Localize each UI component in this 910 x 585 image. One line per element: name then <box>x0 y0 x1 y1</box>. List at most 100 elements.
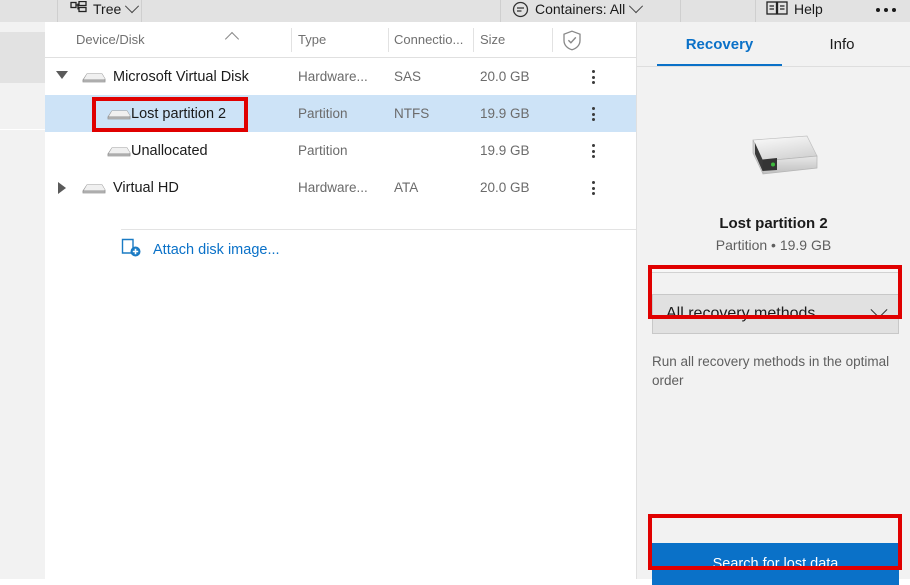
tab-recovery[interactable]: Recovery <box>657 22 782 67</box>
more-vertical-icon-dot <box>591 107 595 110</box>
row-connection <box>394 132 472 169</box>
tab-bar-baseline <box>637 66 910 67</box>
row-size: 19.9 GB <box>480 143 530 158</box>
disk-icon <box>80 69 106 88</box>
details-panel: Recovery Info Lost partition 2 Partition… <box>637 22 910 585</box>
top-toolbar: Tree Containers: All Help <box>0 0 910 22</box>
column-header-connection[interactable]: Connectio... <box>394 22 472 57</box>
table-row[interactable]: Virtual HD Hardware... ATA 20.0 GB <box>45 169 637 206</box>
row-menu-button[interactable] <box>584 179 602 197</box>
row-device-name: Virtual HD <box>113 179 179 196</box>
more-vertical-icon-dot <box>591 149 595 153</box>
search-for-lost-data-label: Search for lost data <box>712 556 839 572</box>
details-device-title: Lost partition 2 <box>719 215 828 232</box>
row-connection: NTFS <box>394 106 430 121</box>
more-horizontal-icon-dot <box>884 8 888 12</box>
row-size: 20.0 GB <box>480 69 530 84</box>
row-menu-button[interactable] <box>584 68 602 86</box>
column-divider[interactable] <box>473 28 474 52</box>
attach-disk-image-label: Attach disk image... <box>153 242 280 258</box>
attach-disk-image-icon <box>121 238 143 262</box>
column-header-size[interactable]: Size <box>480 22 550 57</box>
row-menu-button[interactable] <box>584 105 602 123</box>
tab-info-label: Info <box>829 36 855 53</box>
tab-info[interactable]: Info <box>787 22 897 67</box>
details-tab-bar: Recovery Info <box>637 22 910 67</box>
table-row[interactable]: Lost partition 2 Partition NTFS 19.9 GB <box>45 95 637 132</box>
more-vertical-icon-dot <box>591 155 595 158</box>
more-horizontal-icon-dot <box>876 8 880 12</box>
capacity-bar <box>651 265 900 273</box>
row-size: 19.9 GB <box>480 106 530 121</box>
toolbar-tree-button[interactable]: Tree <box>70 0 140 22</box>
more-vertical-icon-dot <box>591 181 595 184</box>
recovery-method-select-label: All recovery methods <box>666 305 816 322</box>
row-menu-button[interactable] <box>584 142 602 160</box>
tab-recovery-label: Recovery <box>685 36 754 53</box>
row-device-name: Microsoft Virtual Disk <box>113 68 249 85</box>
row-connection: SAS <box>394 69 422 84</box>
table-row[interactable]: Microsoft Virtual Disk Hardware... SAS 2… <box>45 58 637 95</box>
column-divider[interactable] <box>552 28 553 52</box>
more-vertical-icon-dot <box>591 70 595 73</box>
more-vertical-icon-dot <box>591 75 595 79</box>
more-horizontal-icon-dot <box>892 8 896 12</box>
column-header-type-label: Type <box>298 32 327 47</box>
column-header-device-label: Device/Disk <box>76 32 145 47</box>
rail-top-spacer <box>0 22 45 31</box>
toolbar-help-button[interactable]: Help <box>766 0 823 22</box>
row-type: Partition <box>298 106 348 121</box>
filter-icon <box>512 1 529 18</box>
table-row[interactable]: Unallocated Partition 19.9 GB <box>45 132 637 169</box>
rail-highlight-block <box>0 32 45 83</box>
more-vertical-icon-dot <box>591 81 595 84</box>
tree-hierarchy-icon <box>70 0 87 18</box>
recovery-method-description: Run all recovery methods in the optimal … <box>652 354 890 388</box>
disk-icon <box>80 180 106 199</box>
shield-check-icon[interactable] <box>562 30 582 54</box>
column-header-connection-label: Connectio... <box>394 32 464 47</box>
column-divider[interactable] <box>388 28 389 52</box>
tree-column-header: Device/Disk Type Connectio... Size <box>45 22 637 58</box>
device-tree-panel: Device/Disk Type Connectio... Size Micro… <box>45 22 637 579</box>
left-rail <box>0 22 45 579</box>
chevron-down-icon <box>125 0 140 14</box>
toolbar-tree-label: Tree <box>93 1 122 17</box>
toolbar-divider <box>755 0 756 22</box>
toolbar-divider <box>500 0 501 22</box>
more-vertical-icon-dot <box>591 112 595 116</box>
column-header-device[interactable]: Device/Disk <box>76 22 276 57</box>
more-vertical-icon-dot <box>591 186 595 190</box>
partition-icon <box>105 143 131 162</box>
toolbar-divider <box>680 0 681 22</box>
row-connection: ATA <box>394 180 419 195</box>
expand-collapse-triangle-icon[interactable] <box>58 182 66 194</box>
toolbar-containers-label: Containers: All <box>535 1 626 17</box>
external-drive-icon <box>733 134 819 188</box>
row-type: Hardware... <box>298 180 368 195</box>
row-size: 20.0 GB <box>480 180 530 195</box>
toolbar-overflow-menu[interactable] <box>876 0 896 22</box>
toolbar-divider <box>141 0 142 22</box>
partition-icon <box>105 106 131 125</box>
more-vertical-icon-dot <box>591 192 595 195</box>
toolbar-divider <box>57 0 58 22</box>
more-vertical-icon-dot <box>591 144 595 147</box>
rail-divider <box>0 129 45 130</box>
lost-partition-2-row-name: Lost partition 2 <box>131 105 227 122</box>
row-type: Hardware... <box>298 69 368 84</box>
row-device-name: Unallocated <box>131 142 208 159</box>
row-type: Partition <box>298 143 348 158</box>
toolbar-help-label: Help <box>794 1 823 17</box>
expand-collapse-triangle-icon[interactable] <box>56 71 68 79</box>
column-header-size-label: Size <box>480 32 506 47</box>
column-header-type[interactable]: Type <box>298 22 383 57</box>
chevron-down-icon <box>870 301 888 319</box>
recovery-method-select[interactable]: All recovery methods <box>652 294 899 334</box>
attach-disk-image-button[interactable]: Attach disk image... <box>121 230 637 270</box>
more-vertical-icon-dot <box>591 118 595 121</box>
details-device-subtitle: Partition • 19.9 GB <box>715 237 832 253</box>
book-help-icon <box>766 0 788 18</box>
column-divider[interactable] <box>291 28 292 52</box>
toolbar-containers-button[interactable]: Containers: All <box>512 0 644 22</box>
